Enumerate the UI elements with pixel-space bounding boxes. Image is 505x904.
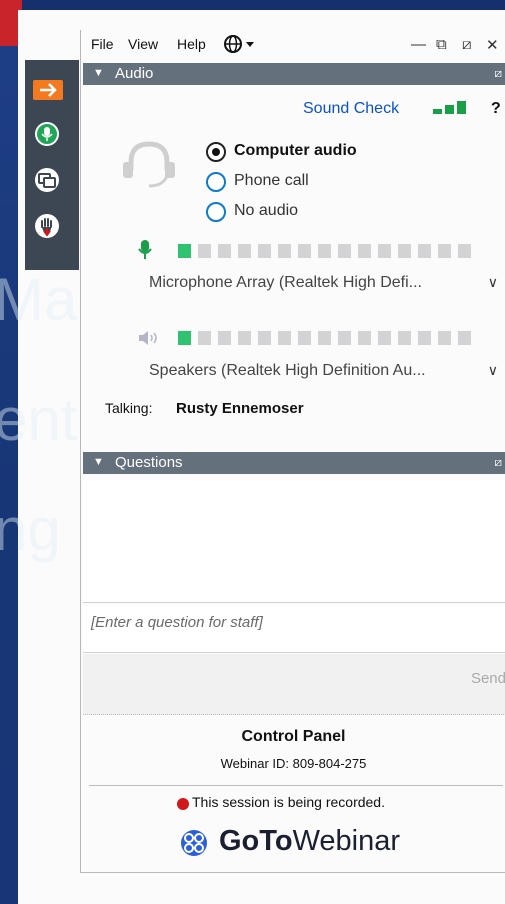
signal-strength-icon (433, 101, 466, 114)
send-button[interactable]: Send (471, 670, 505, 687)
speaker-meter-segment (298, 331, 311, 345)
menu-bar: File View Help — ⧉ ⧄ ✕ (81, 30, 505, 62)
speaker-meter-segment (358, 331, 371, 345)
menu-file[interactable]: File (91, 36, 114, 52)
microphone-meter-segment (378, 244, 391, 258)
raise-hand-button[interactable] (35, 214, 59, 238)
questions-section-header[interactable]: ▼ Questions ⧄ (83, 452, 505, 474)
background-slide-text-2: ent (0, 386, 78, 453)
restore-button[interactable]: ⧉ (436, 36, 447, 53)
speaker-icon (139, 331, 157, 345)
send-row: Send (83, 654, 505, 715)
radio-computer-audio-label: Computer audio (234, 142, 357, 159)
menu-view[interactable]: View (128, 36, 158, 52)
speaker-meter-segment (238, 331, 251, 345)
popout-icon[interactable]: ⧄ (494, 455, 502, 470)
speaker-meter-segment (398, 331, 411, 345)
microphone-select-value: Microphone Array (Realtek High Defi... (149, 274, 422, 291)
menu-help[interactable]: Help (177, 36, 206, 52)
speaker-meter-segment (198, 331, 211, 345)
desktop-top-strip (0, 0, 505, 10)
questions-section-title: Questions (115, 454, 183, 471)
microphone-meter-segment (258, 244, 271, 258)
speaker-meter-segment (318, 331, 331, 345)
chevron-down-icon: ∨ (487, 274, 498, 290)
question-input-placeholder: [Enter a question for staff] (91, 614, 263, 631)
microphone-meter-segment (218, 244, 231, 258)
headset-icon (123, 141, 175, 188)
question-input[interactable]: [Enter a question for staff] (83, 606, 505, 653)
globe-icon (224, 35, 254, 53)
talking-label: Talking: (105, 400, 153, 416)
microphone-meter-segment (178, 244, 191, 258)
speaker-meter-segment (438, 331, 451, 345)
microphone-icon (138, 240, 152, 259)
popout-button[interactable]: ⧄ (462, 36, 472, 53)
speaker-meter-segment (418, 331, 431, 345)
microphone-meter-segment (398, 244, 411, 258)
audio-section-header[interactable]: ▼ Audio ⧄ (83, 63, 505, 85)
gotowebinar-logo-text: GoToWebinar (219, 825, 400, 858)
speaker-select[interactable]: Speakers (Realtek High Definition Au... … (137, 358, 505, 386)
microphone-meter-segment (298, 244, 311, 258)
chevron-down-icon: ∨ (487, 362, 498, 378)
microphone-meter-segment (358, 244, 371, 258)
close-button[interactable]: ✕ (486, 36, 499, 54)
gotowebinar-control-panel: File View Help — ⧉ ⧄ ✕ ▼ Audio ⧄ Sound C… (80, 30, 505, 873)
minimize-button[interactable]: — (411, 36, 426, 53)
microphone-meter-segment (338, 244, 351, 258)
help-icon[interactable]: ? (491, 100, 501, 118)
radio-phone-call[interactable] (206, 172, 226, 192)
microphone-meter-segment (438, 244, 451, 258)
arrow-icon (33, 80, 63, 100)
collapse-panel-button[interactable] (25, 60, 79, 100)
audio-section-title: Audio (115, 65, 154, 82)
recording-notice: This session is being recorded. (192, 794, 385, 810)
microphone-meter-segment (238, 244, 251, 258)
speaker-meter-segment (338, 331, 351, 345)
speaker-meter-segment (458, 331, 471, 345)
talking-name: Rusty Ennemoser (176, 400, 304, 417)
speaker-meter-segment (278, 331, 291, 345)
background-slide-text-3: ng (0, 496, 61, 563)
recording-dot-icon (177, 798, 189, 810)
screen-share-button[interactable] (35, 168, 59, 192)
microphone-meter-segment (458, 244, 471, 258)
speaker-meter-segment (178, 331, 191, 345)
microphone-meter-segment (318, 244, 331, 258)
footer-divider (89, 785, 503, 786)
webinar-id: Webinar ID: 809-804-275 (220, 756, 367, 771)
microphone-meter-segment (198, 244, 211, 258)
raise-hand-icon (41, 218, 52, 237)
radio-phone-call-label: Phone call (234, 172, 309, 189)
speaker-meter-segment (218, 331, 231, 345)
logo-goto: GoTo (219, 825, 293, 857)
gotowebinar-logo-icon (181, 830, 207, 856)
microphone-select[interactable]: Microphone Array (Realtek High Defi... ∨ (137, 270, 505, 298)
microphone-toggle-button[interactable] (35, 122, 59, 146)
popout-icon[interactable]: ⧄ (494, 66, 502, 81)
language-menu-button[interactable] (223, 34, 257, 57)
radio-no-audio[interactable] (206, 202, 226, 222)
speaker-select-value: Speakers (Realtek High Definition Au... (149, 362, 426, 379)
screen-share-icon (38, 173, 56, 188)
microphone-icon (41, 127, 53, 141)
microphone-meter-segment (418, 244, 431, 258)
sound-check-link[interactable]: Sound Check (303, 100, 399, 118)
grab-tab-toolbar (25, 60, 79, 270)
radio-computer-audio[interactable] (206, 142, 226, 162)
collapse-triangle-icon: ▼ (93, 456, 104, 468)
speaker-meter-segment (258, 331, 271, 345)
questions-log (83, 480, 505, 603)
speaker-meter-segment (378, 331, 391, 345)
microphone-meter-segment (278, 244, 291, 258)
logo-webinar: Webinar (292, 825, 401, 857)
control-panel-title: Control Panel (241, 728, 346, 745)
collapse-triangle-icon: ▼ (93, 67, 104, 79)
radio-no-audio-label: No audio (234, 202, 299, 219)
